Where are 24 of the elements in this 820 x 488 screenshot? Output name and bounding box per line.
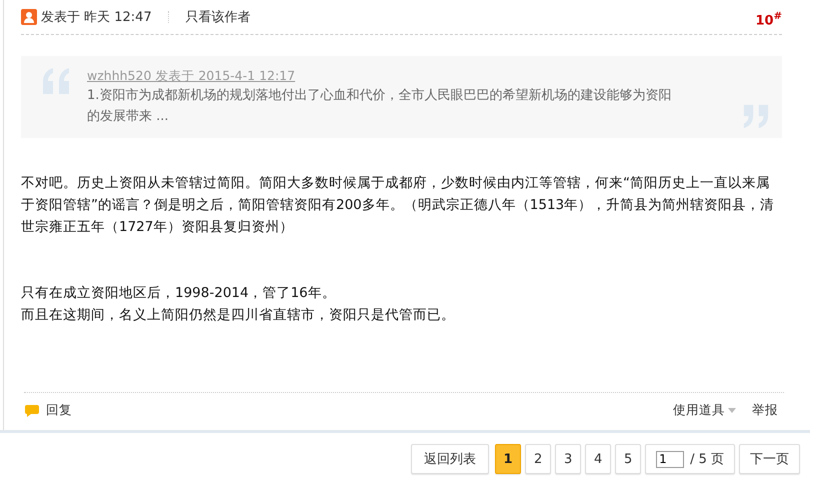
report-link[interactable]: 举报 — [752, 402, 778, 419]
user-icon — [21, 9, 37, 25]
post-time: 发表于 昨天 12:47 — [41, 9, 152, 26]
next-page-button[interactable]: 下一页 — [739, 444, 800, 474]
page-button[interactable]: 3 — [555, 444, 582, 474]
post-text: 不对吧。历史上资阳从未管辖过简阳。简阳大多数时候属于成都府，少数时候由内江等管辖，何来“简阳历史上一直以来属于资阳管辖”的谣言？倒是明之后，简阳管辖资阳有200多年。（明武宗正德八年（1513年），升简县为简州辖资阳县，清世宗雍正五年（1727年）资阳县复归资州） — [21, 174, 776, 237]
post-text: 只有在成立资阳地区后，1998-2014，管了16年。 — [21, 284, 337, 303]
caret-icon — [728, 408, 736, 413]
close-quote-icon — [742, 104, 770, 130]
page-total: / 5 页 — [690, 451, 724, 468]
page-input[interactable]: 1 — [656, 450, 684, 468]
reply-link[interactable]: 回复 — [46, 402, 72, 419]
page-button[interactable]: 5 — [615, 444, 642, 474]
author-only-link[interactable]: 只看该作者 — [186, 8, 251, 26]
page-button[interactable]: 4 — [585, 444, 612, 474]
speech-bubble-icon — [24, 404, 40, 418]
post-text: 而且在这期间，名义上简阳仍然是四川省直辖市，资阳只是代管而已。 — [21, 306, 456, 325]
tools-menu[interactable]: 使用道具 — [673, 402, 736, 419]
page-button[interactable]: 1 — [495, 444, 522, 474]
back-to-list-button[interactable]: 返回列表 — [411, 444, 490, 474]
open-quote-icon — [41, 68, 71, 94]
quote-text: 1.资阳市为成都新机场的规划落地付出了心血和代价，全市人民眼巴巴的希望新机场的建设能够为资阳的发展带来 ... — [87, 87, 672, 126]
page-button[interactable]: 2 — [525, 444, 552, 474]
floor-number: 10$^{#}$ — [756, 10, 782, 29]
